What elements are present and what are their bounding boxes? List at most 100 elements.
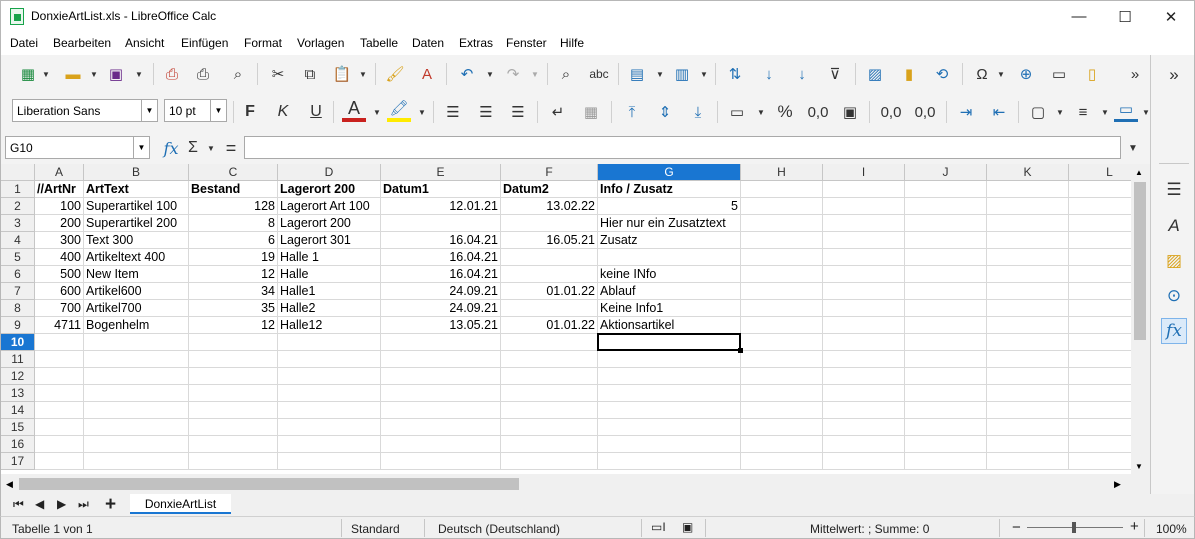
borders-icon[interactable]: ▢ bbox=[1026, 100, 1050, 124]
empty-cell[interactable] bbox=[741, 351, 823, 368]
empty-cell[interactable] bbox=[1069, 419, 1131, 436]
menu-hilfe[interactable]: Hilfe bbox=[560, 36, 584, 50]
align-left-icon[interactable]: ☰ bbox=[442, 100, 464, 124]
sum-dropdown-icon[interactable]: ▼ bbox=[206, 136, 216, 160]
row-header[interactable]: 15 bbox=[1, 419, 35, 436]
empty-cell[interactable] bbox=[1069, 300, 1131, 317]
empty-cell[interactable] bbox=[84, 402, 189, 419]
empty-cell[interactable] bbox=[987, 317, 1069, 334]
empty-cell[interactable] bbox=[987, 453, 1069, 470]
data-cell[interactable]: New Item bbox=[84, 266, 189, 283]
empty-cell[interactable] bbox=[987, 436, 1069, 453]
empty-cell[interactable] bbox=[823, 453, 905, 470]
special-character-dropdown-icon[interactable]: ▼ bbox=[996, 62, 1006, 86]
column-header[interactable]: D bbox=[278, 164, 381, 181]
new-dropdown-icon[interactable]: ▼ bbox=[41, 62, 51, 86]
align-middle-icon[interactable]: ⇕ bbox=[654, 100, 676, 124]
print-icon[interactable]: ⎙ bbox=[192, 62, 214, 86]
data-cell[interactable]: 16.04.21 bbox=[381, 232, 501, 249]
data-cell[interactable]: 8 bbox=[189, 215, 278, 232]
data-cell[interactable]: keine INfo bbox=[598, 266, 741, 283]
menu-datei[interactable]: Datei bbox=[10, 36, 38, 50]
empty-cell[interactable] bbox=[189, 385, 278, 402]
zoom-out-button[interactable]: − bbox=[1012, 519, 1021, 536]
data-cell[interactable]: 35 bbox=[189, 300, 278, 317]
row-header[interactable]: 10 bbox=[1, 334, 35, 351]
select-all-corner[interactable] bbox=[1, 164, 35, 181]
empty-cell[interactable] bbox=[189, 368, 278, 385]
empty-cell[interactable] bbox=[905, 334, 987, 351]
empty-cell[interactable] bbox=[598, 402, 741, 419]
empty-cell[interactable] bbox=[823, 317, 905, 334]
data-cell[interactable]: 200 bbox=[35, 215, 84, 232]
column-header[interactable]: F bbox=[501, 164, 598, 181]
empty-cell[interactable] bbox=[741, 334, 823, 351]
empty-cell[interactable] bbox=[1069, 198, 1131, 215]
empty-cell[interactable] bbox=[905, 436, 987, 453]
properties-icon[interactable]: ☰ bbox=[1161, 177, 1187, 203]
data-cell[interactable]: Superartikel 200 bbox=[84, 215, 189, 232]
header-cell[interactable]: Info / Zusatz bbox=[598, 181, 741, 198]
border-style-dropdown-icon[interactable]: ▼ bbox=[1100, 100, 1110, 124]
data-cell[interactable]: 12 bbox=[189, 266, 278, 283]
add-sheet-button[interactable]: + bbox=[105, 494, 116, 516]
print-preview-icon[interactable]: ⌕ bbox=[227, 62, 249, 86]
data-cell[interactable]: Lagerort 301 bbox=[278, 232, 381, 249]
empty-cell[interactable] bbox=[189, 351, 278, 368]
row-header[interactable]: 4 bbox=[1, 232, 35, 249]
empty-cell[interactable] bbox=[189, 334, 278, 351]
data-cell[interactable]: 12 bbox=[189, 317, 278, 334]
empty-cell[interactable] bbox=[823, 232, 905, 249]
empty-cell[interactable] bbox=[905, 232, 987, 249]
spellcheck-icon[interactable]: abc bbox=[587, 62, 611, 86]
empty-cell[interactable] bbox=[987, 300, 1069, 317]
empty-cell[interactable] bbox=[381, 436, 501, 453]
menu-bearbeiten[interactable]: Bearbeiten bbox=[53, 36, 111, 50]
empty-cell[interactable] bbox=[1069, 351, 1131, 368]
horizontal-scroll-thumb[interactable] bbox=[19, 478, 519, 490]
empty-cell[interactable] bbox=[823, 266, 905, 283]
data-cell[interactable]: Halle 1 bbox=[278, 249, 381, 266]
data-cell[interactable]: Artikel700 bbox=[84, 300, 189, 317]
empty-cell[interactable] bbox=[598, 453, 741, 470]
row-header[interactable]: 9 bbox=[1, 317, 35, 334]
column-header[interactable]: K bbox=[987, 164, 1069, 181]
formula-input[interactable] bbox=[244, 136, 1121, 159]
wrap-text-icon[interactable]: ↵ bbox=[547, 100, 569, 124]
zoom-level[interactable]: 100% bbox=[1156, 522, 1187, 536]
empty-cell[interactable] bbox=[741, 215, 823, 232]
data-cell[interactable]: Halle2 bbox=[278, 300, 381, 317]
empty-cell[interactable] bbox=[1069, 368, 1131, 385]
data-cell[interactable]: Hier nur ein Zusatztext bbox=[598, 215, 741, 232]
special-character-icon[interactable]: Ω bbox=[970, 62, 994, 86]
data-cell[interactable]: Halle1 bbox=[278, 283, 381, 300]
empty-cell[interactable] bbox=[84, 453, 189, 470]
currency-format-icon[interactable]: ▭ bbox=[725, 100, 749, 124]
row-header[interactable]: 17 bbox=[1, 453, 35, 470]
empty-cell[interactable] bbox=[987, 368, 1069, 385]
gallery-icon[interactable]: ▨ bbox=[1161, 248, 1187, 274]
find-replace-icon[interactable]: ⌕ bbox=[555, 62, 577, 86]
add-decimal-button[interactable]: 0,0 bbox=[877, 100, 905, 124]
borders-dropdown-icon[interactable]: ▼ bbox=[1055, 100, 1065, 124]
empty-cell[interactable] bbox=[1069, 232, 1131, 249]
empty-cell[interactable] bbox=[381, 385, 501, 402]
data-cell[interactable]: Aktionsartikel bbox=[598, 317, 741, 334]
horizontal-scrollbar[interactable]: ◀ ▶ bbox=[0, 474, 1131, 494]
sum-button[interactable]: Σ bbox=[184, 136, 202, 160]
more-toolbar-icon[interactable]: » bbox=[1124, 62, 1146, 86]
empty-cell[interactable] bbox=[1069, 283, 1131, 300]
empty-cell[interactable] bbox=[381, 368, 501, 385]
scroll-up-icon[interactable]: ▲ bbox=[1135, 168, 1143, 177]
empty-cell[interactable] bbox=[381, 351, 501, 368]
maximize-button[interactable]: ☐ bbox=[1102, 1, 1148, 32]
insert-image-icon[interactable]: ▨ bbox=[863, 62, 887, 86]
empty-cell[interactable] bbox=[35, 334, 84, 351]
empty-cell[interactable] bbox=[741, 249, 823, 266]
empty-cell[interactable] bbox=[598, 334, 741, 351]
empty-cell[interactable] bbox=[1069, 436, 1131, 453]
empty-cell[interactable] bbox=[987, 283, 1069, 300]
row-header[interactable]: 16 bbox=[1, 436, 35, 453]
empty-cell[interactable] bbox=[35, 436, 84, 453]
empty-cell[interactable] bbox=[905, 453, 987, 470]
